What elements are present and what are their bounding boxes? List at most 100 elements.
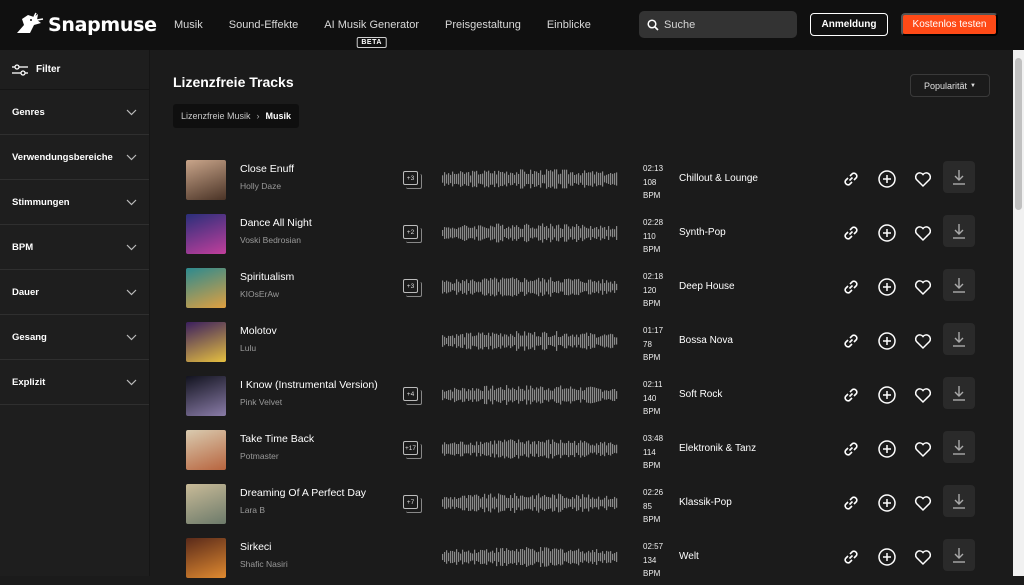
add-to-playlist-icon[interactable] [876,384,898,406]
album-cover[interactable] [186,214,226,254]
stems-badge[interactable]: +2 [403,225,422,243]
filter-group-bpm[interactable]: BPM [0,225,149,270]
album-cover[interactable] [186,484,226,524]
nav-preisgestaltung[interactable]: Preisgestaltung [445,19,521,31]
waveform[interactable] [442,275,618,299]
add-to-playlist-icon[interactable] [876,492,898,514]
track-artist[interactable]: KIOsErAw [240,289,279,299]
album-cover[interactable] [186,160,226,200]
track-artist[interactable]: Potmaster [240,451,279,461]
track-row[interactable]: Close Enuff Holly Daze +3 02:13 108 BPM Chillo… [186,153,986,207]
album-cover[interactable] [186,538,226,578]
link-icon[interactable] [840,276,862,298]
track-genre[interactable]: Bossa Nova [679,335,733,346]
add-to-playlist-icon[interactable] [876,438,898,460]
download-button[interactable] [943,215,975,247]
filter-group-dauer[interactable]: Dauer [0,270,149,315]
heart-icon[interactable] [912,492,934,514]
heart-icon[interactable] [912,222,934,244]
download-button[interactable] [943,539,975,571]
link-icon[interactable] [840,492,862,514]
filter-group-explizit[interactable]: Explizit [0,360,149,405]
track-row[interactable]: Dreaming Of A Perfect Day Lara B +7 02:26 85… [186,477,986,531]
heart-icon[interactable] [912,438,934,460]
free-trial-button[interactable]: Kostenlos testen [901,13,998,36]
track-artist[interactable]: Shafic Nasiri [240,559,288,569]
link-icon[interactable] [840,438,862,460]
track-artist[interactable]: Pink Velvet [240,397,282,407]
download-button[interactable] [943,431,975,463]
filter-group-genres[interactable]: Genres [0,90,149,135]
download-button[interactable] [943,269,975,301]
link-icon[interactable] [840,546,862,568]
track-title[interactable]: Take Time Back [240,433,314,445]
track-artist[interactable]: Lara B [240,505,265,515]
track-artist[interactable]: Lulu [240,343,256,353]
download-button[interactable] [943,485,975,517]
stems-badge[interactable]: +3 [403,279,422,297]
filter-group-gesang[interactable]: Gesang [0,315,149,360]
track-title[interactable]: Molotov [240,325,277,337]
track-row[interactable]: Sirkeci Shafic Nasiri 02:57 134 BPM Welt [186,531,986,585]
track-genre[interactable]: Elektronik & Tanz [679,443,756,454]
filter-group-stimmungen[interactable]: Stimmungen [0,180,149,225]
track-row[interactable]: Dance All Night Voski Bedrosian +2 02:28 110… [186,207,986,261]
album-cover[interactable] [186,430,226,470]
track-genre[interactable]: Klassik-Pop [679,497,732,508]
waveform[interactable] [442,545,618,569]
scrollbar-thumb[interactable] [1015,58,1022,210]
download-button[interactable] [943,161,975,193]
waveform[interactable] [442,491,618,515]
waveform[interactable] [442,167,618,191]
album-cover[interactable] [186,376,226,416]
link-icon[interactable] [840,222,862,244]
link-icon[interactable] [840,330,862,352]
nav-einblicke[interactable]: Einblicke [547,19,591,31]
download-button[interactable] [943,377,975,409]
heart-icon[interactable] [912,384,934,406]
sort-dropdown[interactable]: Popularität ▼ [910,74,990,97]
add-to-playlist-icon[interactable] [876,546,898,568]
track-title[interactable]: Spiritualism [240,271,294,283]
track-genre[interactable]: Synth-Pop [679,227,726,238]
waveform[interactable] [442,437,618,461]
heart-icon[interactable] [912,546,934,568]
add-to-playlist-icon[interactable] [876,222,898,244]
search-input[interactable] [664,18,794,31]
track-artist[interactable]: Voski Bedrosian [240,235,301,245]
waveform[interactable] [442,329,618,353]
logo[interactable]: Snapmuse [14,11,164,39]
link-icon[interactable] [840,384,862,406]
add-to-playlist-icon[interactable] [876,330,898,352]
track-genre[interactable]: Welt [679,551,699,562]
link-icon[interactable] [840,168,862,190]
filter-group-verwendungsbereiche[interactable]: Verwendungsbereiche [0,135,149,180]
download-button[interactable] [943,323,975,355]
heart-icon[interactable] [912,276,934,298]
track-row[interactable]: Take Time Back Potmaster +17 03:48 114 BPM Ele… [186,423,986,477]
track-title[interactable]: Dreaming Of A Perfect Day [240,487,366,499]
track-title[interactable]: I Know (Instrumental Version) [240,379,378,391]
album-cover[interactable] [186,268,226,308]
waveform[interactable] [442,383,618,407]
stems-badge[interactable]: +7 [403,495,422,513]
add-to-playlist-icon[interactable] [876,276,898,298]
track-genre[interactable]: Deep House [679,281,735,292]
nav-ai-musik-generator[interactable]: AI Musik Generator BETA [324,19,419,48]
breadcrumb-item-lizenzfreie-musik[interactable]: Lizenzfreie Musik [181,111,251,121]
track-genre[interactable]: Soft Rock [679,389,722,400]
track-title[interactable]: Dance All Night [240,217,312,229]
heart-icon[interactable] [912,168,934,190]
track-row[interactable]: Spiritualism KIOsErAw +3 02:18 120 BPM Deep Ho… [186,261,986,315]
track-row[interactable]: I Know (Instrumental Version) Pink Velvet… [186,369,986,423]
stems-badge[interactable]: +3 [403,171,422,189]
nav-sound-effekte[interactable]: Sound-Effekte [229,19,299,31]
nav-musik[interactable]: Musik [174,19,203,31]
track-title[interactable]: Close Enuff [240,163,294,175]
track-row[interactable]: Molotov Lulu 01:17 78 BPM Bossa Nova [186,315,986,369]
stems-badge[interactable]: +17 [403,441,422,459]
search-box[interactable] [639,11,797,38]
stems-badge[interactable]: +4 [403,387,422,405]
waveform[interactable] [442,221,618,245]
track-artist[interactable]: Holly Daze [240,181,281,191]
